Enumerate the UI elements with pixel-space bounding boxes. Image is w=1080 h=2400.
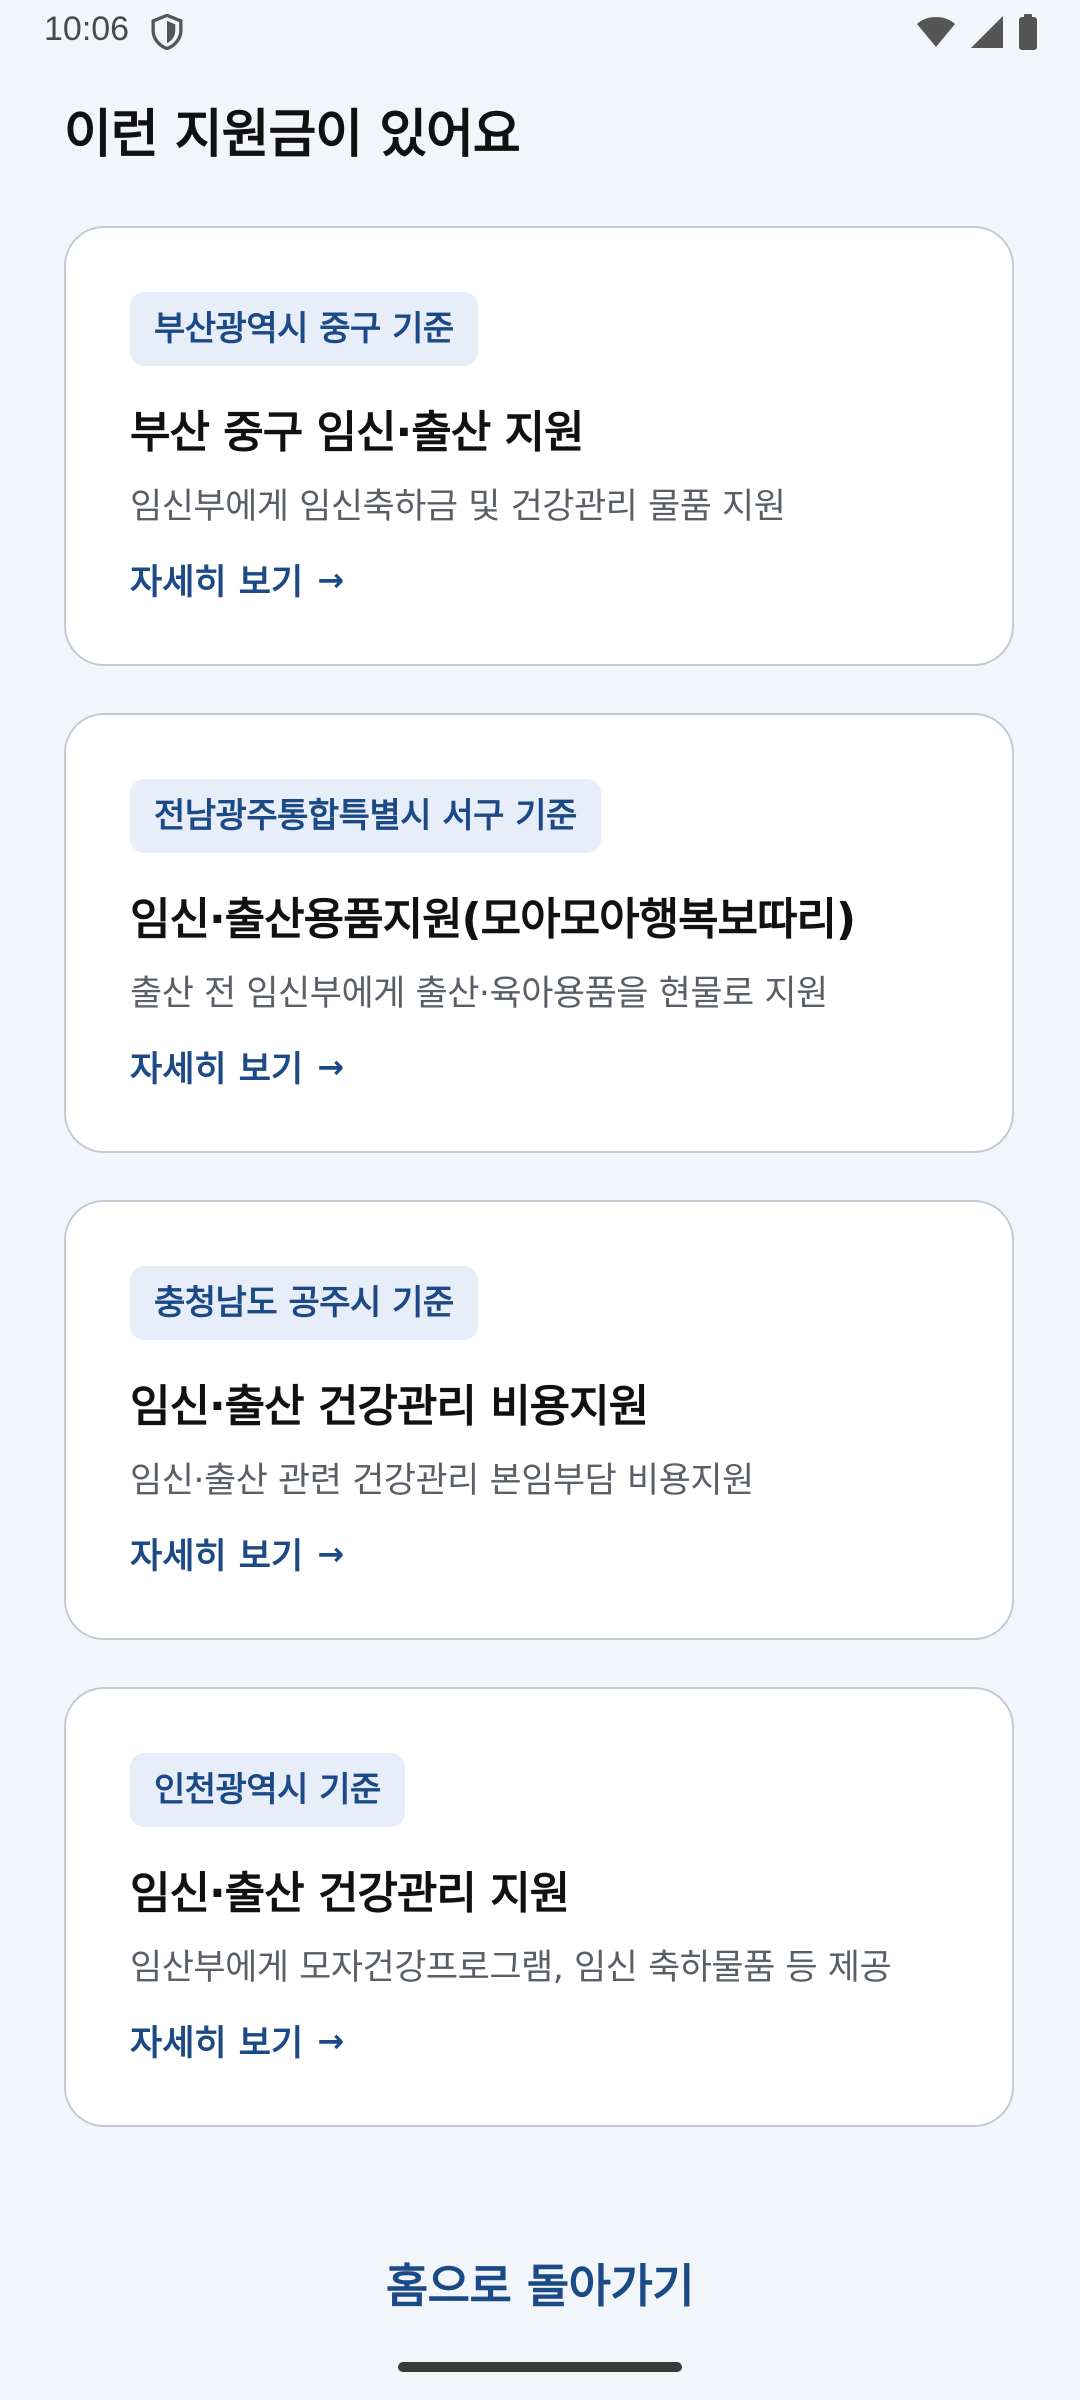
- benefit-card[interactable]: 인천광역시 기준 임신·출산 건강관리 지원 임산부에게 모자건강프로그램, 임…: [64, 1687, 1014, 2127]
- details-link[interactable]: 자세히 보기 →: [130, 1528, 344, 1579]
- details-link-label: 자세히 보기: [130, 1537, 304, 1577]
- card-description: 출산 전 임신부에게 출산·육아용품을 현물로 지원: [130, 974, 828, 1014]
- details-link-label: 자세히 보기: [130, 1050, 304, 1090]
- wifi-icon: [917, 17, 955, 47]
- status-icons: [916, 12, 1038, 52]
- details-link-label: 자세히 보기: [130, 2024, 304, 2064]
- card-title: 임신·출산용품지원(모아모아행복보따리): [130, 894, 856, 945]
- arrow-right-icon: →: [317, 1047, 344, 1086]
- status-time: 10:06: [44, 10, 130, 48]
- battery-icon: [1019, 14, 1037, 50]
- benefit-card[interactable]: 충청남도 공주시 기준 임신·출산 건강관리 비용지원 임신·출산 관련 건강관…: [64, 1200, 1014, 1640]
- benefit-card[interactable]: 부산광역시 중구 기준 부산 중구 임신·출산 지원 임신부에게 임신축하금 및…: [64, 226, 1014, 666]
- card-description: 임신·출산 관련 건강관리 본임부담 비용지원: [130, 1461, 754, 1501]
- card-title: 임신·출산 건강관리 비용지원: [130, 1381, 649, 1432]
- cell-signal-icon: [971, 16, 1003, 48]
- card-description: 임산부에게 모자건강프로그램, 임신 축하물품 등 제공: [130, 1948, 892, 1988]
- arrow-right-icon: →: [317, 1534, 344, 1573]
- card-title: 임신·출산 건강관리 지원: [130, 1868, 570, 1919]
- details-link[interactable]: 자세히 보기 →: [130, 554, 344, 605]
- home-indicator[interactable]: [398, 2362, 682, 2372]
- region-badge: 부산광역시 중구 기준: [130, 292, 478, 366]
- card-description: 임신부에게 임신축하금 및 건강관리 물품 지원: [130, 487, 786, 527]
- region-badge: 전남광주통합특별시 서구 기준: [130, 779, 601, 853]
- page-title: 이런 지원금이 있어요: [64, 105, 521, 165]
- details-link-label: 자세히 보기: [130, 563, 304, 603]
- card-title: 부산 중구 임신·출산 지원: [130, 407, 584, 458]
- details-link[interactable]: 자세히 보기 →: [130, 2015, 344, 2066]
- status-bar: 10:06: [0, 0, 1080, 62]
- region-badge: 충청남도 공주시 기준: [130, 1266, 478, 1340]
- shield-icon: [151, 14, 183, 50]
- details-link[interactable]: 자세히 보기 →: [130, 1041, 344, 1092]
- home-button[interactable]: 홈으로 돌아가기: [0, 2250, 1080, 2316]
- arrow-right-icon: →: [317, 560, 344, 599]
- benefit-card[interactable]: 전남광주통합특별시 서구 기준 임신·출산용품지원(모아모아행복보따리) 출산 …: [64, 713, 1014, 1153]
- arrow-right-icon: →: [317, 2021, 344, 2060]
- region-badge: 인천광역시 기준: [130, 1753, 405, 1827]
